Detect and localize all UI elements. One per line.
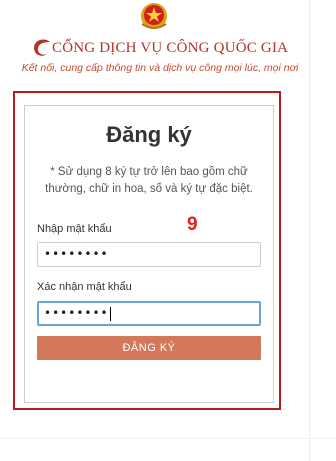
register-button[interactable]: ĐĂNG KÝ: [37, 336, 261, 360]
portal-tagline: Kết nối, cung cấp thông tin và dịch vụ c…: [21, 62, 299, 74]
text-caret: [109, 306, 111, 321]
password-field[interactable]: ••••••••: [37, 242, 261, 267]
password-requirements-note: * Sử dụng 8 ký tự trở lên bao gồm chữ th…: [45, 166, 253, 195]
portal-title: CỔNG DỊCH VỤ CÔNG QUỐC GIA: [52, 40, 289, 56]
confirm-password-value: ••••••••: [44, 306, 109, 320]
confirm-password-field[interactable]: ••••••••: [37, 301, 261, 326]
register-form: Đăng ký * Sử dụng 8 ký tự trở lên bao gồ…: [24, 105, 274, 403]
national-emblem-icon: [141, 3, 167, 29]
brand-header[interactable]: CỔNG DỊCH VỤ CÔNG QUỐC GIA: [30, 34, 310, 60]
swirl-logo-icon: [34, 39, 50, 56]
form-heading: Đăng ký: [106, 122, 192, 147]
confirm-password-label: Xác nhận mật khẩu: [37, 281, 132, 293]
step-number: 9: [187, 214, 198, 235]
password-value: ••••••••: [44, 247, 109, 261]
password-label: Nhập mật khẩu: [37, 223, 112, 235]
footer-divider: [0, 438, 336, 439]
